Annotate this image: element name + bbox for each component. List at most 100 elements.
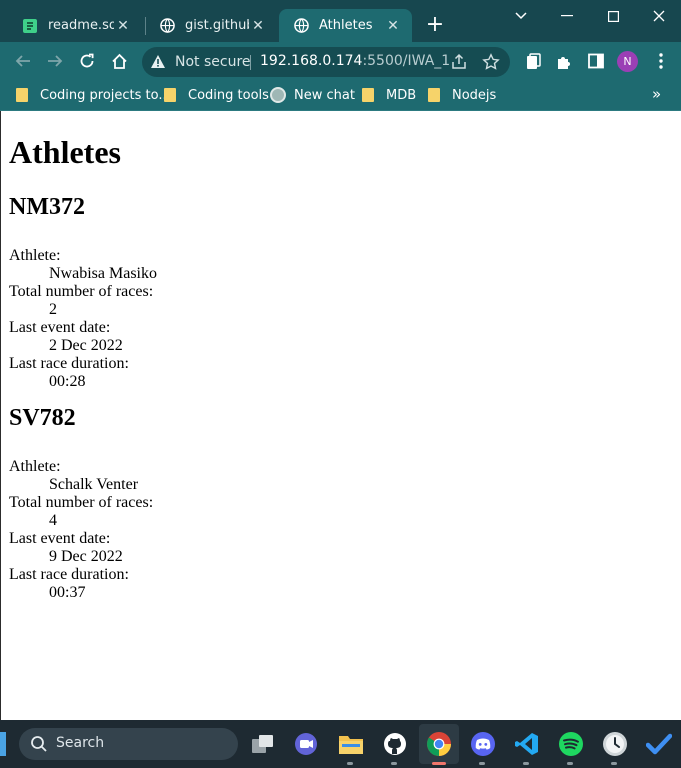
- bookmark-label: MDB: [386, 87, 417, 103]
- races-label: Total number of races:: [9, 283, 154, 300]
- search-label: Search: [56, 735, 105, 751]
- running-indicator: [611, 762, 617, 765]
- active-indicator: [432, 762, 446, 765]
- maximize-icon[interactable]: [590, 4, 636, 28]
- bookmark-nodejs[interactable]: Nodejs: [428, 84, 496, 106]
- task-view-icon[interactable]: [249, 730, 277, 758]
- bookmark-label: Coding projects to...: [40, 87, 171, 103]
- bookmarks-bar: Coding projects to... Coding tools New c…: [0, 80, 681, 111]
- bookmark-label: Nodejs: [452, 87, 497, 103]
- athlete-card-nm372: NM372 Athlete: Nwabisa Masiko Total numb…: [9, 193, 609, 391]
- close-icon[interactable]: ✕: [114, 17, 132, 35]
- tab-title: readme.so: [48, 18, 114, 33]
- bookmark-new-chat[interactable]: New chat: [270, 84, 355, 106]
- tab-title: Athletes: [319, 18, 373, 33]
- running-indicator: [347, 762, 353, 765]
- running-indicator: [479, 762, 485, 765]
- folder-icon: [16, 88, 28, 102]
- athlete-id: SV782: [9, 405, 76, 431]
- tab-athletes[interactable]: Athletes ✕: [279, 9, 412, 42]
- folder-icon: [164, 88, 176, 102]
- folder-icon: [362, 88, 374, 102]
- url-text[interactable]: 192.168.0.174:5500/IWA_16...: [260, 53, 450, 69]
- bookmark-mdb[interactable]: MDB: [362, 84, 416, 106]
- spotify-icon[interactable]: [557, 730, 585, 758]
- bookmark-label: New chat: [294, 87, 355, 103]
- athlete-card-sv782: SV782 Athlete: Schalk Venter Total numbe…: [9, 404, 609, 602]
- warning-icon[interactable]: [150, 54, 166, 73]
- page-content: Athletes NM372 Athlete: Nwabisa Masiko T…: [0, 111, 681, 720]
- athlete-name: Schalk Venter: [49, 476, 139, 493]
- bookmark-star-icon[interactable]: [482, 53, 500, 75]
- readme-icon: [22, 18, 38, 34]
- browser-toolbar: Not secure 192.168.0.174:5500/IWA_16... …: [0, 42, 681, 80]
- races-label: Total number of races:: [9, 494, 154, 511]
- athlete-name: Nwabisa Masiko: [49, 265, 157, 282]
- extension-clipboard-icon[interactable]: [523, 51, 543, 71]
- search-icon: [30, 735, 48, 757]
- menu-kebab-icon[interactable]: [651, 51, 671, 71]
- security-status[interactable]: Not secure: [175, 54, 251, 70]
- tab-strip: readme.so ✕ gist.githubus ✕ Athletes ✕ +: [0, 0, 681, 42]
- date-label: Last event date:: [9, 530, 111, 547]
- athlete-details: Athlete: Nwabisa Masiko Total number of …: [9, 247, 609, 391]
- folder-icon: [428, 88, 440, 102]
- todo-icon[interactable]: [645, 730, 673, 758]
- duration-label: Last race duration:: [9, 355, 129, 372]
- date-value: 9 Dec 2022: [49, 548, 123, 565]
- page-title: Athletes: [9, 134, 121, 170]
- duration-label: Last race duration:: [9, 566, 129, 583]
- side-panel-icon[interactable]: [586, 51, 606, 71]
- taskbar: Search: [0, 720, 681, 768]
- bookmark-label: Coding tools: [188, 87, 269, 103]
- tab-readme[interactable]: readme.so ✕: [8, 9, 142, 42]
- close-icon[interactable]: ✕: [249, 17, 267, 35]
- tab-search-icon[interactable]: [498, 4, 544, 28]
- new-tab-button[interactable]: +: [422, 13, 448, 39]
- reload-icon[interactable]: [74, 48, 100, 74]
- url-host: 192.168.0.174: [260, 53, 363, 69]
- athlete-id: NM372: [9, 194, 85, 220]
- forward-icon[interactable]: [42, 48, 68, 74]
- discord-icon[interactable]: [469, 730, 497, 758]
- meet-icon[interactable]: [292, 730, 320, 758]
- date-label: Last event date:: [9, 319, 111, 336]
- running-indicator: [391, 762, 397, 765]
- duration-value: 00:28: [49, 373, 86, 390]
- start-button-edge[interactable]: [0, 732, 6, 756]
- bookmark-coding-tools[interactable]: Coding tools: [164, 84, 269, 106]
- athlete-label: Athlete:: [9, 247, 61, 264]
- running-indicator: [523, 762, 529, 765]
- tab-title: gist.githubus: [185, 18, 249, 33]
- bookmarks-overflow-icon[interactable]: »: [652, 85, 661, 103]
- clock-icon[interactable]: [601, 730, 629, 758]
- taskbar-search[interactable]: Search: [19, 728, 238, 760]
- github-icon[interactable]: [381, 730, 409, 758]
- athlete-details: Athlete: Schalk Venter Total number of r…: [9, 458, 609, 602]
- close-window-icon[interactable]: [636, 4, 681, 28]
- profile-avatar[interactable]: N: [617, 51, 638, 72]
- file-explorer-icon[interactable]: [337, 730, 365, 758]
- tab-gist[interactable]: gist.githubus ✕: [145, 9, 277, 42]
- duration-value: 00:37: [49, 584, 86, 601]
- vscode-icon[interactable]: [513, 730, 541, 758]
- chatgpt-icon: [270, 87, 286, 103]
- running-indicator: [567, 762, 573, 765]
- home-icon[interactable]: [106, 48, 132, 74]
- close-icon[interactable]: ✕: [384, 17, 402, 35]
- globe-icon: [293, 18, 309, 34]
- omnibox-divider: [250, 55, 251, 70]
- back-icon[interactable]: [10, 48, 36, 74]
- races-value: 2: [49, 301, 57, 318]
- chrome-icon[interactable]: [425, 730, 453, 758]
- bookmark-coding-projects[interactable]: Coding projects to...: [16, 84, 171, 106]
- date-value: 2 Dec 2022: [49, 337, 123, 354]
- minimize-icon[interactable]: [544, 4, 590, 28]
- url-path: :5500/IWA_16...: [362, 53, 450, 69]
- globe-icon: [159, 18, 175, 34]
- share-icon[interactable]: [450, 53, 468, 75]
- address-bar[interactable]: Not secure 192.168.0.174:5500/IWA_16...: [142, 47, 510, 77]
- extensions-puzzle-icon[interactable]: [554, 51, 574, 71]
- athlete-label: Athlete:: [9, 458, 61, 475]
- races-value: 4: [49, 512, 57, 529]
